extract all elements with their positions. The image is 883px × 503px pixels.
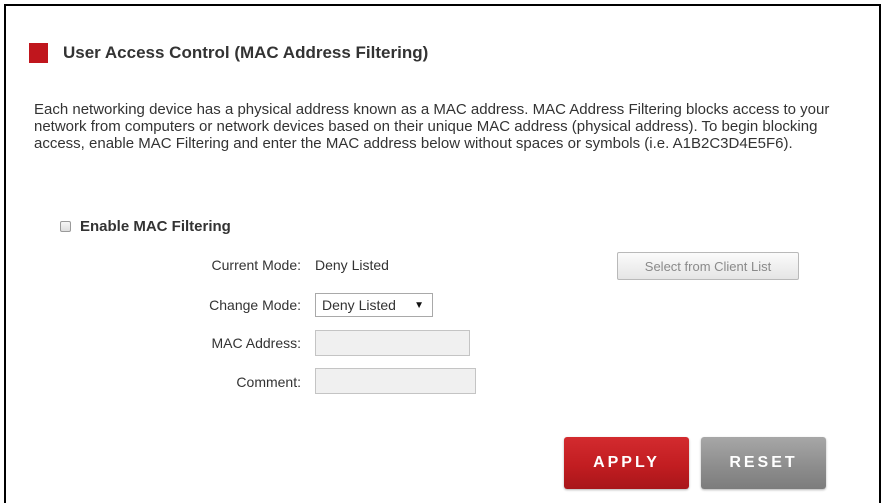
- apply-button[interactable]: APPLY: [564, 437, 689, 489]
- content-panel: User Access Control (MAC Address Filteri…: [4, 4, 881, 503]
- section-title: User Access Control (MAC Address Filteri…: [63, 43, 429, 62]
- section-marker-icon: [29, 43, 48, 63]
- mac-address-input[interactable]: [315, 330, 470, 356]
- enable-mac-filtering-checkbox[interactable]: [60, 221, 71, 232]
- change-mode-selected-value: Deny Listed: [322, 297, 396, 313]
- dropdown-arrow-icon: ▼: [414, 300, 424, 311]
- select-from-client-list-button[interactable]: Select from Client List: [617, 252, 799, 280]
- enable-mac-filtering-label[interactable]: Enable MAC Filtering: [80, 218, 231, 235]
- section-header: User Access Control (MAC Address Filteri…: [29, 39, 428, 67]
- comment-label: Comment:: [236, 374, 301, 390]
- reset-button[interactable]: RESET: [701, 437, 826, 489]
- change-mode-select[interactable]: Deny Listed ▼: [315, 293, 433, 317]
- current-mode-label: Current Mode:: [211, 257, 301, 273]
- enable-mac-filtering-row[interactable]: Enable MAC Filtering: [60, 218, 231, 235]
- change-mode-label: Change Mode:: [209, 297, 301, 313]
- description-text: Each networking device has a physical ad…: [34, 101, 830, 152]
- mac-address-label: MAC Address:: [211, 335, 301, 351]
- comment-input[interactable]: [315, 368, 476, 394]
- current-mode-value: Deny Listed: [315, 257, 389, 273]
